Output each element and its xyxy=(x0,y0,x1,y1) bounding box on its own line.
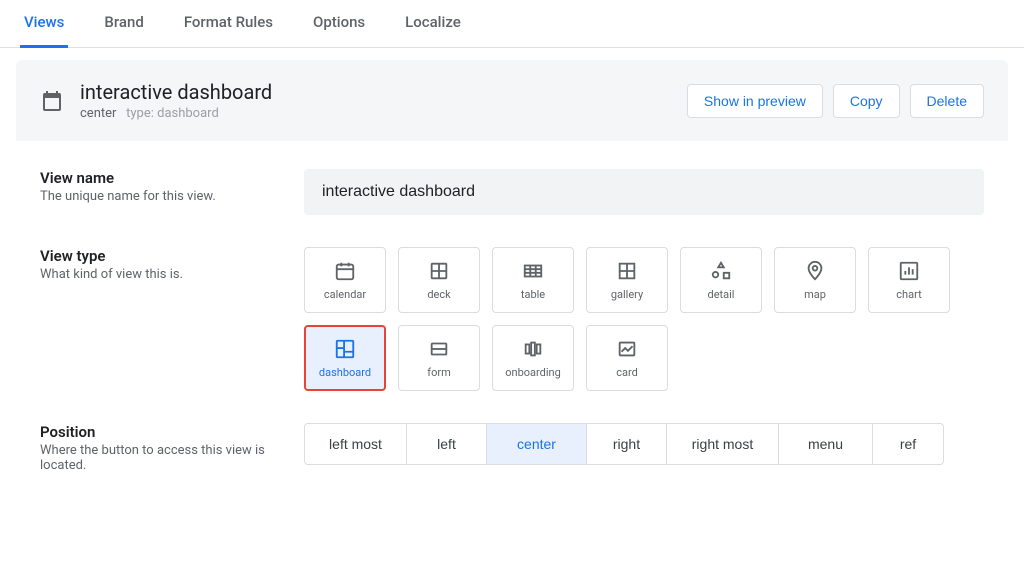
position-right-most[interactable]: right most xyxy=(667,424,779,464)
type-tile-label: form xyxy=(427,366,450,379)
field-label-col: View type What kind of view this is. xyxy=(40,247,280,391)
primary-tabs: Views Brand Format Rules Options Localiz… xyxy=(0,0,1024,48)
detail-icon xyxy=(710,260,732,282)
type-tile-form[interactable]: form xyxy=(398,325,480,391)
deck-icon xyxy=(428,260,450,282)
position-left[interactable]: left xyxy=(407,424,487,464)
calendar-icon xyxy=(334,260,356,282)
map-pin-icon xyxy=(804,260,826,282)
type-tile-onboarding[interactable]: onboarding xyxy=(492,325,574,391)
header-left: interactive dashboard center type: dashb… xyxy=(40,80,272,121)
view-type-label: View type xyxy=(40,247,280,265)
content: View name The unique name for this view.… xyxy=(16,141,1008,533)
delete-button[interactable]: Delete xyxy=(910,84,984,118)
field-view-type: View type What kind of view this is. cal… xyxy=(40,247,984,391)
type-tile-label: dashboard xyxy=(319,366,371,379)
type-tile-card[interactable]: card xyxy=(586,325,668,391)
header-position: center xyxy=(80,106,116,121)
field-input-col: left most left center right right most m… xyxy=(304,423,984,473)
tab-options[interactable]: Options xyxy=(309,0,369,48)
table-icon xyxy=(522,260,544,282)
field-input-col xyxy=(304,169,984,215)
calendar-filled-icon xyxy=(40,89,64,113)
type-tile-label: calendar xyxy=(324,288,366,301)
gallery-icon xyxy=(616,260,638,282)
view-name-desc: The unique name for this view. xyxy=(40,189,280,204)
copy-button[interactable]: Copy xyxy=(833,84,900,118)
field-position: Position Where the button to access this… xyxy=(40,423,984,473)
position-label: Position xyxy=(40,423,280,441)
field-label-col: View name The unique name for this view. xyxy=(40,169,280,215)
type-tile-gallery[interactable]: gallery xyxy=(586,247,668,313)
view-type-grid: calendar deck table xyxy=(304,247,984,391)
field-label-col: Position Where the button to access this… xyxy=(40,423,280,473)
dashboard-icon xyxy=(334,338,356,360)
view-header: interactive dashboard center type: dashb… xyxy=(16,60,1008,141)
type-tile-table[interactable]: table xyxy=(492,247,574,313)
header-type-prefix: type: xyxy=(126,106,154,121)
page-title: interactive dashboard xyxy=(80,80,272,104)
type-tile-detail[interactable]: detail xyxy=(680,247,762,313)
chart-icon xyxy=(898,260,920,282)
type-tile-map[interactable]: map xyxy=(774,247,856,313)
position-ref[interactable]: ref xyxy=(873,424,943,464)
header-actions: Show in preview Copy Delete xyxy=(687,84,984,118)
type-tile-label: table xyxy=(521,288,545,301)
view-type-desc: What kind of view this is. xyxy=(40,267,280,282)
tab-views[interactable]: Views xyxy=(20,0,68,48)
type-tile-label: card xyxy=(616,366,638,379)
view-name-label: View name xyxy=(40,169,280,187)
type-tile-label: chart xyxy=(896,288,921,301)
type-tile-label: detail xyxy=(708,288,735,301)
field-input-col: calendar deck table xyxy=(304,247,984,391)
position-center[interactable]: center xyxy=(487,424,587,464)
tab-localize[interactable]: Localize xyxy=(401,0,465,48)
position-segmented: left most left center right right most m… xyxy=(304,423,944,465)
type-tile-label: gallery xyxy=(611,288,643,301)
show-in-preview-button[interactable]: Show in preview xyxy=(687,84,823,118)
position-menu[interactable]: menu xyxy=(779,424,873,464)
header-subtitle: center type: dashboard xyxy=(80,106,272,121)
type-tile-label: deck xyxy=(427,288,450,301)
header-title-block: interactive dashboard center type: dashb… xyxy=(80,80,272,121)
form-icon xyxy=(428,338,450,360)
position-right[interactable]: right xyxy=(587,424,667,464)
tab-format-rules[interactable]: Format Rules xyxy=(180,0,277,48)
card-icon xyxy=(616,338,638,360)
type-tile-deck[interactable]: deck xyxy=(398,247,480,313)
header-type-value: dashboard xyxy=(157,106,219,121)
type-tile-label: onboarding xyxy=(505,366,561,379)
tab-brand[interactable]: Brand xyxy=(100,0,147,48)
type-tile-label: map xyxy=(804,288,826,301)
type-tile-chart[interactable]: chart xyxy=(868,247,950,313)
view-name-input[interactable] xyxy=(304,169,984,215)
type-tile-dashboard[interactable]: dashboard xyxy=(304,325,386,391)
type-tile-calendar[interactable]: calendar xyxy=(304,247,386,313)
field-view-name: View name The unique name for this view. xyxy=(40,169,984,215)
position-left-most[interactable]: left most xyxy=(305,424,407,464)
onboarding-icon xyxy=(522,338,544,360)
position-desc: Where the button to access this view is … xyxy=(40,443,280,473)
